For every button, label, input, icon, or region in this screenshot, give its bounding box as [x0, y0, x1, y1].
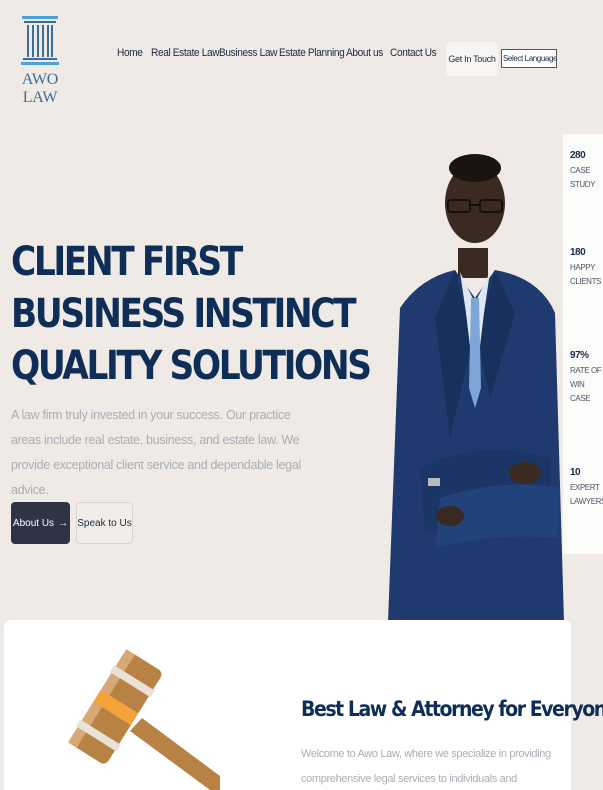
- stat-label: RATE OF WIN CASE: [570, 366, 602, 403]
- stat-expert-lawyers: 10 EXPERT LAWYERS: [570, 467, 603, 509]
- hero-title: CLIENT FIRST BUSINESS INSTINCT QUALITY S…: [11, 236, 372, 392]
- pillar-logo-icon: [21, 16, 59, 65]
- language-select[interactable]: Select Language ⌄: [501, 49, 557, 68]
- intro-text: Welcome to Awo Law, where we specialize …: [301, 748, 551, 785]
- stat-value: 280: [570, 150, 586, 161]
- intro-title: Best Law & Attorney for Everyone: [301, 697, 603, 721]
- stat-happy-clients: 180 HAPPY CLIENTS: [570, 247, 603, 289]
- hero-title-line: QUALITY SOLUTIONS: [11, 343, 372, 389]
- nav-estate-planning[interactable]: Estate Planning: [279, 47, 345, 59]
- about-us-button[interactable]: About Us →: [11, 502, 70, 544]
- logo-text: AWO LAW: [21, 71, 59, 106]
- nav-about-us[interactable]: About us: [346, 47, 383, 59]
- stat-case-study: 280 CASE STUDY: [570, 150, 603, 192]
- nav-home[interactable]: Home: [117, 47, 143, 59]
- nav-business-law[interactable]: Business Law: [219, 47, 277, 59]
- arrow-right-icon: →: [58, 517, 69, 529]
- speak-to-us-button[interactable]: Speak to Us: [76, 502, 133, 544]
- logo[interactable]: AWO LAW: [12, 14, 68, 106]
- nav-real-estate-law[interactable]: Real Estate Law: [151, 47, 220, 59]
- get-in-touch-button[interactable]: Get In Touch: [446, 42, 498, 76]
- stat-value: 180: [570, 247, 586, 258]
- stat-label: CASE STUDY: [570, 166, 596, 189]
- nav-contact-us[interactable]: Contact Us: [390, 47, 437, 59]
- attorney-photo: [388, 154, 564, 622]
- stat-win-rate: 97% RATE OF WIN CASE: [570, 350, 603, 406]
- stat-label: HAPPY CLIENTS: [570, 263, 601, 286]
- stat-value: 10: [570, 467, 581, 478]
- stats-sidebar: 280 CASE STUDY 180 HAPPY CLIENTS 97% RAT…: [563, 134, 603, 554]
- language-select-label: Select Language: [503, 54, 557, 63]
- about-us-label: About Us: [12, 517, 55, 529]
- hero-description: A law firm truly invested in your succes…: [11, 408, 301, 497]
- stat-value: 97%: [570, 350, 589, 361]
- gavel-image: [68, 649, 220, 790]
- hero-title-line: CLIENT FIRST: [11, 239, 243, 285]
- hero-title-line: BUSINESS INSTINCT: [11, 291, 357, 337]
- stat-label: EXPERT LAWYERS: [570, 483, 603, 506]
